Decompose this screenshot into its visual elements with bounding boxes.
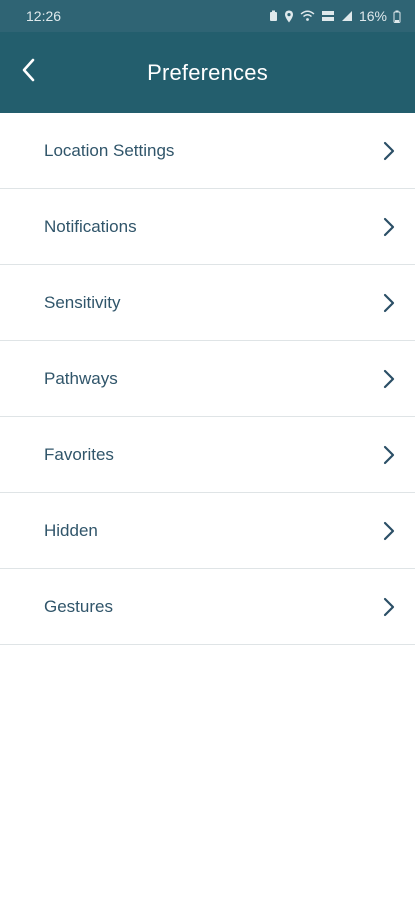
volte-icon xyxy=(321,10,335,22)
chevron-right-icon xyxy=(383,597,395,617)
menu-item-label: Sensitivity xyxy=(44,292,121,312)
status-bar: 12:26 16% xyxy=(0,0,415,32)
back-button[interactable] xyxy=(14,58,42,87)
location-icon xyxy=(284,10,294,23)
chevron-right-icon xyxy=(383,369,395,389)
page-title: Preferences xyxy=(147,59,268,85)
battery-icon xyxy=(393,10,401,23)
menu-item-favorites[interactable]: Favorites xyxy=(0,417,415,493)
chevron-right-icon xyxy=(383,445,395,465)
menu-item-notifications[interactable]: Notifications xyxy=(0,189,415,265)
chevron-right-icon xyxy=(383,217,395,237)
menu-item-label: Notifications xyxy=(44,216,137,236)
signal-icon xyxy=(341,10,353,22)
app-bar: Preferences xyxy=(0,32,415,113)
preferences-menu: Location Settings Notifications Sensitiv… xyxy=(0,113,415,645)
battery-percent: 16% xyxy=(358,8,387,24)
menu-item-location-settings[interactable]: Location Settings xyxy=(0,113,415,189)
menu-item-gestures[interactable]: Gestures xyxy=(0,569,415,645)
status-icons: 16% xyxy=(269,8,401,24)
menu-item-sensitivity[interactable]: Sensitivity xyxy=(0,265,415,341)
menu-item-pathways[interactable]: Pathways xyxy=(0,341,415,417)
menu-item-label: Hidden xyxy=(44,520,98,540)
chevron-right-icon xyxy=(383,521,395,541)
menu-item-label: Favorites xyxy=(44,444,114,464)
chevron-right-icon xyxy=(383,293,395,313)
status-time: 12:26 xyxy=(26,8,62,24)
menu-item-label: Pathways xyxy=(44,368,118,388)
wifi-icon xyxy=(300,10,315,22)
battery-saver-icon xyxy=(269,10,278,22)
chevron-right-icon xyxy=(383,141,395,161)
menu-item-hidden[interactable]: Hidden xyxy=(0,493,415,569)
chevron-left-icon xyxy=(21,58,35,87)
menu-item-label: Gestures xyxy=(44,596,113,616)
menu-item-label: Location Settings xyxy=(44,140,175,160)
